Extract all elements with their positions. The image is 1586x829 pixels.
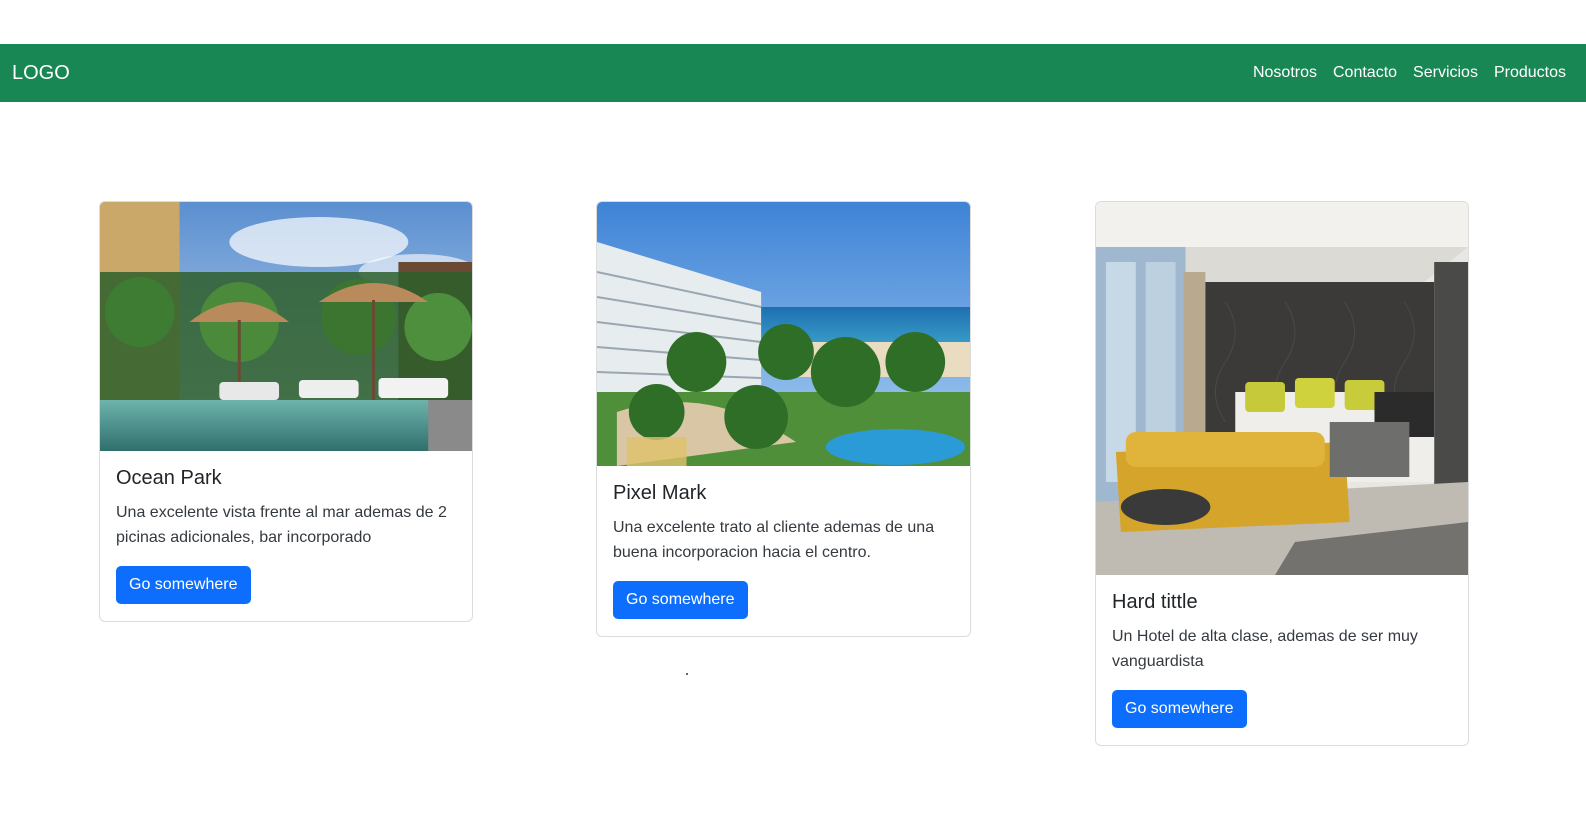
card-body: Pixel Mark Una excelente trato al client… [597,466,970,635]
nav-link-productos[interactable]: Productos [1494,64,1566,82]
card-image-resort-pool [100,202,472,451]
nav-link-contacto[interactable]: Contacto [1333,64,1397,82]
card-text: Un Hotel de alta clase, ademas de ser mu… [1112,628,1418,670]
card-hard-tittle: Hard tittle Un Hotel de alta clase, adem… [1095,201,1469,746]
card-image-beach-hotel [597,202,970,466]
logo-link[interactable]: LOGO [12,62,70,85]
card-title: Pixel Mark [613,482,707,504]
card-text: Una excelente vista frente al mar ademas… [116,504,447,546]
go-somewhere-button[interactable]: Go somewhere [613,581,748,619]
card-title: Ocean Park [116,467,222,489]
card-body: Hard tittle Un Hotel de alta clase, adem… [1096,575,1468,744]
stray-dot [686,673,688,675]
card-image-hotel-room [1096,202,1468,575]
nav-link-servicios[interactable]: Servicios [1413,64,1478,82]
nav-link-nosotros[interactable]: Nosotros [1253,64,1317,82]
card-pixel-mark: Pixel Mark Una excelente trato al client… [596,201,971,637]
go-somewhere-button[interactable]: Go somewhere [1112,690,1247,728]
go-somewhere-button[interactable]: Go somewhere [116,566,251,604]
card-title: Hard tittle [1112,591,1198,613]
card-ocean-park: Ocean Park Una excelente vista frente al… [99,201,473,622]
navbar: LOGO Nosotros Contacto Servicios Product… [0,44,1586,102]
card-text: Una excelente trato al cliente ademas de… [613,519,935,561]
card-body: Ocean Park Una excelente vista frente al… [100,451,472,620]
nav-links: Nosotros Contacto Servicios Productos [1253,64,1566,82]
